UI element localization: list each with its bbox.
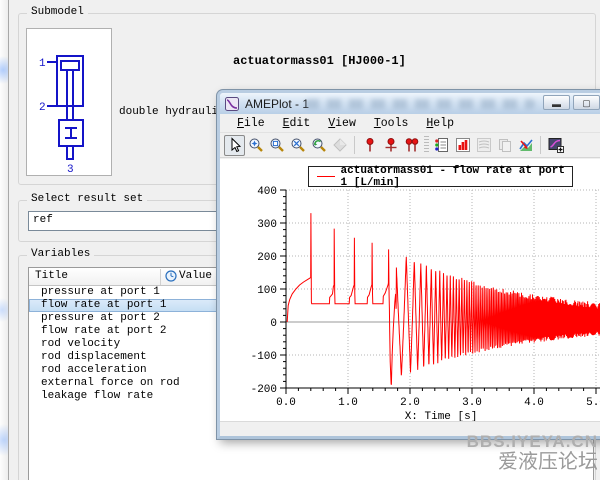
variables-group-label: Variables bbox=[27, 248, 94, 260]
menubar: FileEditViewToolsHelp bbox=[220, 114, 600, 133]
svg-text:-200: -200 bbox=[251, 384, 277, 396]
new-graph-icon[interactable] bbox=[545, 135, 566, 156]
row-title: rod acceleration bbox=[41, 364, 147, 377]
svg-text:300: 300 bbox=[257, 219, 277, 231]
menu-view[interactable]: View bbox=[319, 115, 365, 132]
curve-3d-icon[interactable] bbox=[515, 135, 536, 156]
ameplot-app-icon bbox=[225, 97, 239, 111]
menu-help[interactable]: Help bbox=[417, 115, 463, 132]
maximize-button[interactable]: ▢ bbox=[573, 95, 600, 110]
parent-window-edge bbox=[0, 0, 9, 480]
svg-text:-100: -100 bbox=[251, 351, 277, 363]
plot-canvas[interactable]: actuatormass01 - flow rate at port 1 [L/… bbox=[220, 159, 600, 423]
svg-text:400: 400 bbox=[257, 186, 277, 198]
minimize-button[interactable]: ▬ bbox=[543, 95, 570, 110]
ameplot-window: AMEPlot - 1 ▬ ▢ FileEditViewToolsHelp ac… bbox=[217, 90, 600, 439]
row-title: external force on rod bbox=[41, 377, 180, 390]
svg-text:0: 0 bbox=[270, 318, 277, 330]
svg-text:200: 200 bbox=[257, 252, 277, 264]
row-title: flow rate at port 1 bbox=[41, 299, 166, 312]
bar-graph-icon[interactable] bbox=[452, 135, 473, 156]
cursor-double-icon[interactable] bbox=[401, 135, 422, 156]
row-title: pressure at port 1 bbox=[41, 286, 160, 299]
row-title: pressure at port 2 bbox=[41, 312, 160, 325]
post-processing-icon[interactable] bbox=[431, 135, 452, 156]
column-separator[interactable] bbox=[160, 269, 161, 285]
legend-label: actuatormass01 - flow rate at port 1 [L/… bbox=[341, 165, 572, 189]
toolbar bbox=[220, 133, 600, 158]
toolbar-grip[interactable] bbox=[424, 136, 429, 154]
hydraulic-cylinder-icon: 1 2 3 bbox=[27, 29, 111, 175]
submodel-sketch: 1 2 3 bbox=[26, 28, 112, 176]
rotate-3d-icon bbox=[329, 135, 350, 156]
menu-file[interactable]: File bbox=[228, 115, 274, 132]
port-3-label: 3 bbox=[67, 164, 74, 175]
result-set-group-label: Select result set bbox=[27, 193, 147, 205]
clock-icon bbox=[165, 270, 177, 282]
ameplot-statusbar bbox=[220, 421, 600, 436]
contour-icon bbox=[473, 135, 494, 156]
menu-edit[interactable]: Edit bbox=[274, 115, 320, 132]
copy-page-icon bbox=[494, 135, 515, 156]
zoom-out-icon[interactable] bbox=[287, 135, 308, 156]
row-title: leakage flow rate bbox=[41, 390, 153, 403]
flow-rate-chart[interactable]: 4003002001000-100-2000.01.02.03.04.05.0X… bbox=[220, 159, 600, 423]
zoom-dynamic-icon[interactable] bbox=[245, 135, 266, 156]
submodel-group-label: Submodel bbox=[27, 6, 88, 18]
window-title: AMEPlot - 1 bbox=[245, 97, 309, 111]
row-title: rod displacement bbox=[41, 351, 147, 364]
svg-text:5.0: 5.0 bbox=[586, 397, 600, 409]
component-title: actuatormass01 [HJ000-1] bbox=[233, 54, 406, 68]
svg-text:0.0: 0.0 bbox=[276, 397, 296, 409]
legend-line-sample bbox=[317, 176, 335, 177]
toolbar-separator bbox=[540, 136, 541, 154]
ameplot-titlebar[interactable]: AMEPlot - 1 ▬ ▢ bbox=[220, 93, 600, 114]
svg-text:2.0: 2.0 bbox=[400, 397, 420, 409]
column-header-title[interactable]: Title bbox=[35, 270, 68, 282]
blurred-watermark bbox=[305, 99, 535, 109]
row-title: flow rate at port 2 bbox=[41, 325, 166, 338]
plot-legend[interactable]: actuatormass01 - flow rate at port 1 [L/… bbox=[308, 166, 573, 187]
zoom-box-icon[interactable] bbox=[266, 135, 287, 156]
menu-tools[interactable]: Tools bbox=[365, 115, 418, 132]
svg-text:1.0: 1.0 bbox=[338, 397, 358, 409]
zoom-previous-icon[interactable] bbox=[308, 135, 329, 156]
row-title: rod velocity bbox=[41, 338, 120, 351]
svg-text:100: 100 bbox=[257, 285, 277, 297]
port-1-label: 1 bbox=[39, 58, 46, 70]
toolbar-separator bbox=[354, 136, 355, 154]
svg-text:4.0: 4.0 bbox=[524, 397, 544, 409]
svg-text:3.0: 3.0 bbox=[462, 397, 482, 409]
select-cursor-icon[interactable] bbox=[224, 135, 245, 156]
column-header-value[interactable]: Value bbox=[165, 270, 212, 282]
cursor-cross-icon[interactable] bbox=[380, 135, 401, 156]
port-2-label: 2 bbox=[39, 102, 46, 114]
cursor-single-icon[interactable] bbox=[359, 135, 380, 156]
